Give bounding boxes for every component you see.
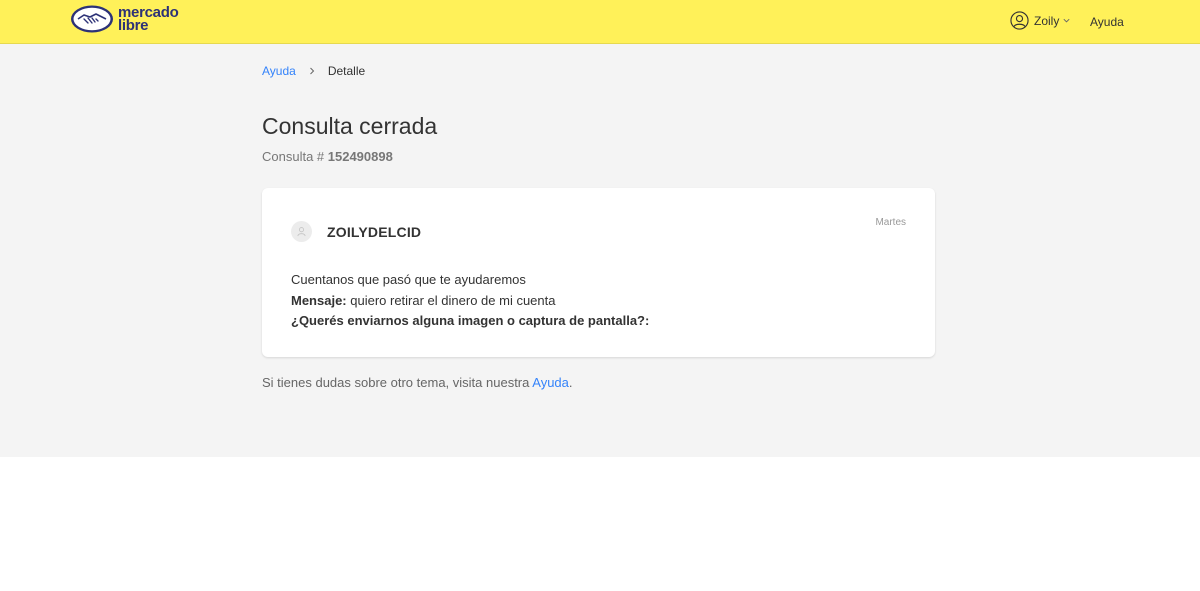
message-label: Mensaje: (291, 292, 347, 308)
mercado-libre-logo[interactable]: mercado libre (70, 2, 179, 36)
breadcrumb-current: Detalle (327, 64, 366, 78)
footer-note: Si tienes dudas sobre otro tema, visita … (262, 375, 573, 390)
top-navbar: mercado libre Zoily Ayuda (0, 0, 1200, 44)
chevron-right-icon (309, 67, 315, 75)
query-number-value: 152490898 (327, 149, 393, 164)
message-body: Cuentanos que pasó que te ayudaremos Men… (291, 270, 649, 332)
user-name: Zoily (1034, 13, 1060, 28)
image-question: ¿Querés enviarnos alguna imagen o captur… (291, 313, 650, 328)
main-content: Ayuda Detalle Consulta cerrada Consulta … (0, 44, 1200, 457)
message-author: ZOILYDELCID (327, 224, 422, 240)
footer-note-end: . (568, 375, 573, 390)
message-text: quiero retirar el dinero de mi cuenta (346, 292, 556, 308)
user-placeholder-icon (297, 227, 306, 237)
message-card: ZOILYDELCID Martes Cuentanos que pasó qu… (262, 188, 935, 357)
breadcrumb: Ayuda Detalle (262, 64, 365, 78)
breadcrumb-help-link[interactable]: Ayuda (262, 64, 296, 78)
avatar (291, 221, 312, 242)
page-title: Consulta cerrada (262, 113, 438, 139)
footer-help-link[interactable]: Ayuda (532, 375, 569, 390)
query-number: Consulta # 152490898 (262, 149, 393, 164)
user-avatar-icon (1010, 11, 1029, 30)
query-number-prefix: Consulta # (262, 149, 328, 164)
message-date: Martes (875, 217, 906, 228)
chevron-down-icon (1063, 18, 1070, 23)
message-line-intro: Cuentanos que pasó que te ayudaremos (291, 272, 526, 287)
footer-note-text: Si tienes dudas sobre otro tema, visita … (262, 375, 533, 390)
user-menu[interactable]: Zoily (1010, 11, 1071, 30)
header-help-link[interactable]: Ayuda (1090, 15, 1124, 29)
handshake-logo-icon (71, 5, 113, 33)
logo-wordmark: mercado libre (118, 5, 179, 34)
message-line-content: Mensaje: quiero retirar el dinero de mi … (291, 291, 649, 312)
logo-line-2: libre (118, 17, 149, 34)
